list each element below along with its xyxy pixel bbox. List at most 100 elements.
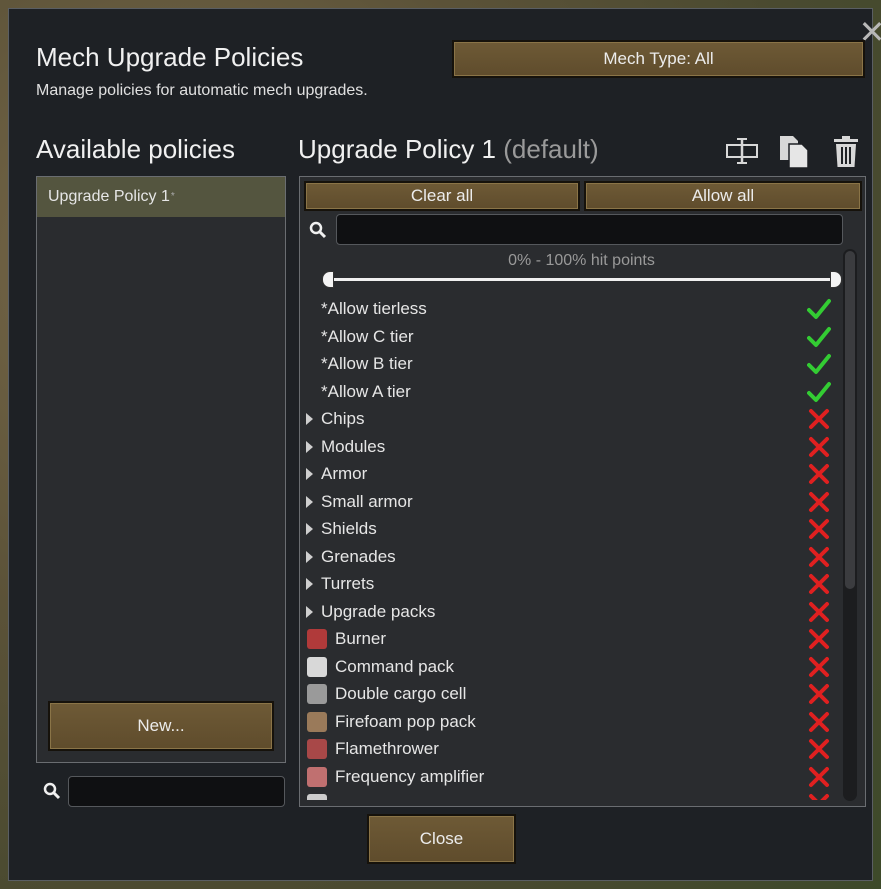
cross-icon[interactable] — [807, 627, 831, 651]
filter-row-label: Armor — [321, 464, 368, 483]
cross-icon[interactable] — [807, 462, 831, 486]
policy-name: Upgrade Policy 1 — [298, 134, 496, 164]
filter-row-label: Chips — [321, 409, 365, 428]
cross-icon[interactable] — [807, 545, 831, 569]
policy-search-input[interactable] — [68, 776, 285, 807]
cross-icon[interactable] — [807, 490, 831, 514]
cross-icon[interactable] — [807, 710, 831, 734]
cross-icon[interactable] — [807, 407, 831, 431]
policy-list-item[interactable]: Upgrade Policy 1* — [37, 177, 285, 217]
scrollbar[interactable] — [843, 249, 857, 801]
cross-icon[interactable] — [807, 737, 831, 761]
expand-arrow-icon[interactable] — [306, 495, 313, 508]
filter-row-label: Frequency amplifier — [335, 766, 485, 786]
filter-row[interactable]: Grenades — [300, 543, 840, 571]
filter-row[interactable]: Shields — [300, 515, 840, 543]
policy-title: Upgrade Policy 1 (default) — [298, 134, 599, 165]
dialog-subtitle: Manage policies for automatic mech upgra… — [36, 82, 368, 99]
scrollbar-thumb[interactable] — [845, 251, 855, 589]
filter-row[interactable]: *Allow A tier — [300, 378, 840, 406]
filter-row-label: Shields — [321, 519, 377, 538]
slider-min-handle[interactable] — [322, 271, 334, 288]
filter-row[interactable]: Armor — [300, 460, 840, 488]
filter-row-label: Upgrade packs — [321, 601, 436, 621]
item-icon — [307, 656, 327, 677]
filter-row-label: Firefoam pop pack — [335, 711, 476, 731]
allow-all-button[interactable]: Allow all — [584, 181, 862, 211]
item-icon — [307, 711, 327, 732]
policies-list: Upgrade Policy 1* — [36, 176, 286, 763]
slider-max-handle[interactable] — [830, 271, 842, 288]
item-icon — [307, 766, 327, 787]
dialog-title: Mech Upgrade Policies — [36, 42, 304, 72]
filter-row-label: Turrets — [321, 574, 375, 593]
cross-icon[interactable] — [807, 682, 831, 706]
search-icon — [43, 782, 61, 800]
search-icon — [309, 221, 327, 239]
rename-icon[interactable] — [725, 136, 759, 171]
filter-row[interactable]: Turrets — [300, 570, 840, 598]
available-policies-heading: Available policies — [36, 134, 235, 164]
filter-row[interactable]: *Allow tierless — [300, 295, 840, 323]
trash-icon[interactable] — [833, 136, 859, 173]
hit-points-slider[interactable] — [330, 278, 836, 281]
cross-icon[interactable] — [807, 435, 831, 459]
filter-row[interactable]: Modules — [300, 433, 840, 461]
filter-row[interactable]: Command pack — [300, 653, 840, 681]
expand-arrow-icon[interactable] — [306, 440, 313, 453]
filter-row-label: *Allow C tier — [321, 326, 414, 346]
expand-arrow-icon[interactable] — [306, 578, 313, 590]
expand-arrow-icon[interactable] — [306, 523, 313, 535]
filter-row-label: Grenades — [321, 546, 396, 566]
expand-arrow-icon[interactable] — [306, 550, 313, 563]
close-button[interactable]: Close — [367, 814, 516, 864]
filter-row[interactable]: Chips — [300, 405, 840, 433]
filter-row-label: *Allow B tier — [321, 354, 413, 373]
filter-row-label: Command pack — [335, 656, 455, 676]
filter-row-label: Small armor — [321, 491, 413, 511]
filter-row-label: Double cargo cell — [335, 684, 467, 703]
filter-row[interactable] — [300, 790, 840, 800]
cross-icon[interactable] — [807, 600, 831, 624]
cross-icon[interactable] — [807, 765, 831, 789]
expand-arrow-icon[interactable] — [306, 413, 313, 425]
filter-search-input[interactable] — [336, 214, 843, 245]
filter-row-label: *Allow A tier — [321, 381, 411, 401]
check-icon[interactable] — [807, 380, 831, 404]
check-icon[interactable] — [807, 325, 831, 349]
filter-row-label: *Allow tierless — [321, 299, 427, 318]
filter-row[interactable]: *Allow C tier — [300, 323, 840, 351]
filter-row[interactable]: Frequency amplifier — [300, 763, 840, 791]
item-icon — [307, 684, 327, 704]
policy-filter-panel: Clear all Allow all 0% - 100% hit points… — [299, 176, 866, 807]
cross-icon[interactable] — [807, 517, 831, 541]
check-icon[interactable] — [807, 352, 831, 376]
filter-row[interactable]: Firefoam pop pack — [300, 708, 840, 736]
filter-row[interactable]: Small armor — [300, 488, 840, 516]
policy-default-tag: (default) — [503, 134, 599, 164]
filter-row[interactable]: Upgrade packs — [300, 598, 840, 626]
clear-all-button[interactable]: Clear all — [304, 181, 580, 211]
policy-item-label: Upgrade Policy 1 — [48, 188, 170, 205]
expand-arrow-icon[interactable] — [306, 605, 313, 618]
policy-modified-marker: * — [170, 191, 175, 202]
filter-row[interactable]: *Allow B tier — [300, 350, 840, 378]
item-icon — [307, 794, 327, 800]
cross-icon[interactable] — [807, 792, 831, 800]
check-icon[interactable] — [807, 297, 831, 321]
cross-icon[interactable] — [807, 572, 831, 596]
filter-row[interactable]: Double cargo cell — [300, 680, 840, 708]
filter-row-label: Modules — [321, 436, 386, 456]
copy-icon[interactable] — [778, 134, 810, 175]
expand-arrow-icon[interactable] — [306, 468, 313, 480]
item-icon — [307, 739, 327, 759]
new-policy-button[interactable]: New... — [48, 701, 274, 751]
filter-row-label: Flamethrower — [335, 739, 439, 758]
filter-row-label: Burner — [335, 629, 387, 648]
filter-row[interactable]: Flamethrower — [300, 735, 840, 763]
filter-row[interactable]: Burner — [300, 625, 840, 653]
mech-upgrade-policies-dialog: ✕ Mech Upgrade Policies Manage policies … — [8, 8, 881, 881]
item-icon — [307, 629, 327, 649]
cross-icon[interactable] — [807, 655, 831, 679]
mech-type-button[interactable]: Mech Type: All — [452, 40, 865, 78]
